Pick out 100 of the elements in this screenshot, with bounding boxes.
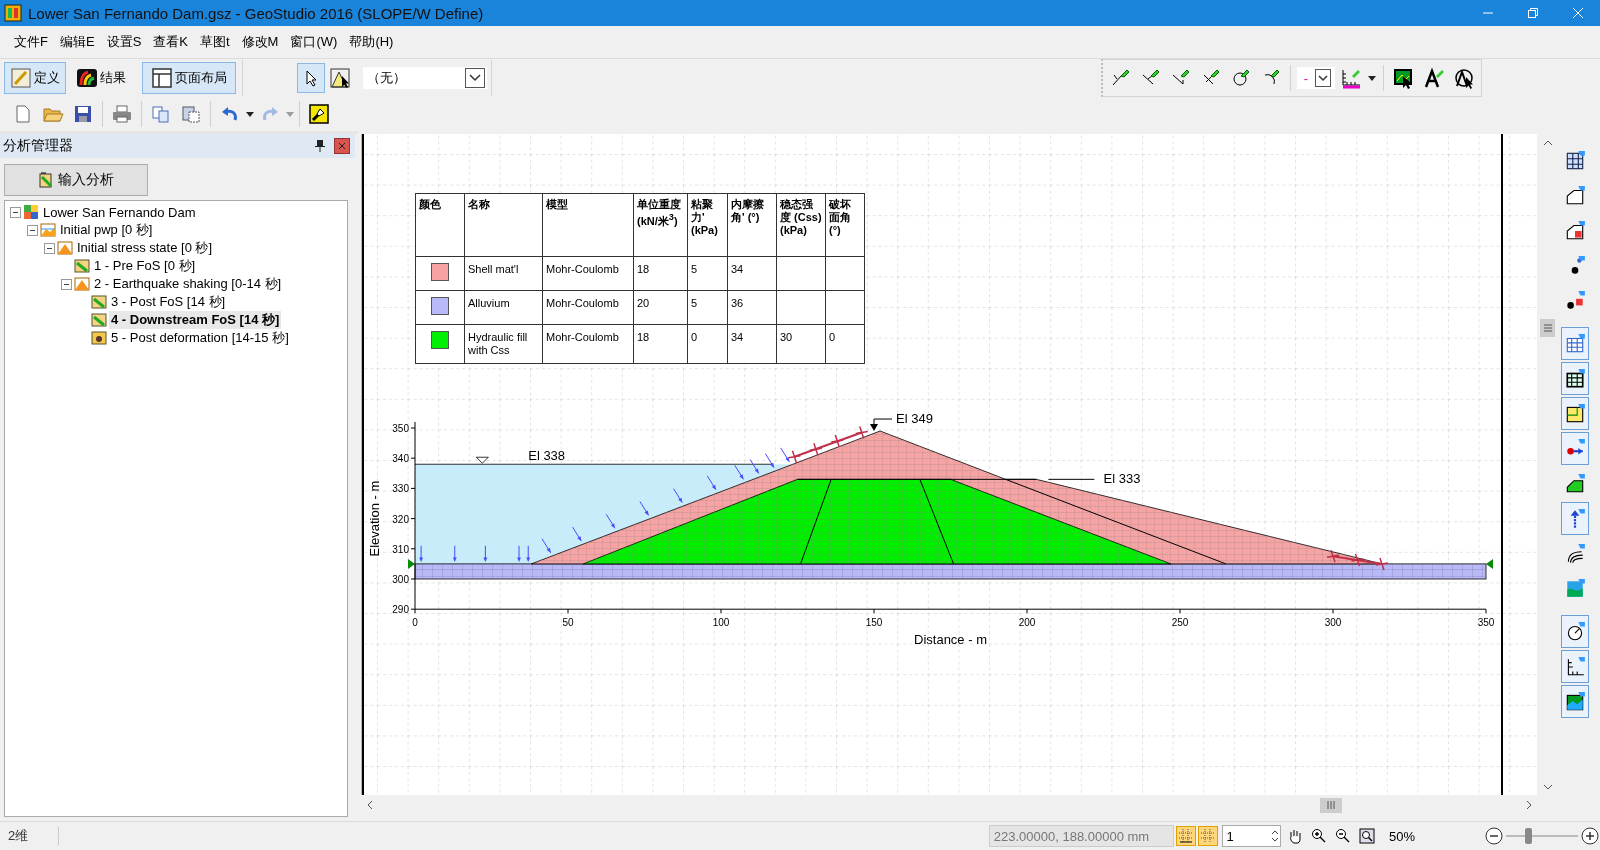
table-cell: 18 [633,256,688,291]
chevron-down-icon[interactable] [465,68,485,88]
pressure-arrow [749,459,760,474]
tree-item[interactable]: 4 - Downstream FoS [14 秒] [109,311,282,329]
elevation-label: El 338 [528,448,566,464]
analysis-icon [91,312,107,328]
column-header: 粘聚力' (kPa) [687,193,728,257]
table-cell: Alluvium [464,290,543,325]
pressure-arrow [673,488,683,504]
add-analysis-button[interactable]: 输入分析 [4,164,148,196]
table-cell: 0 [687,324,728,364]
mesh-icon[interactable] [1561,327,1589,360]
pin-icon[interactable] [314,139,328,153]
table-cell: Mohr-Coulomb [542,324,634,364]
collapse-icon[interactable] [9,206,21,218]
close-icon[interactable] [334,138,350,154]
pressure-arrow [517,545,521,563]
pointer-icon[interactable] [297,63,325,93]
analysis-icon [74,258,90,274]
mode-button[interactable]: 页面布局 [142,62,236,94]
tree-item[interactable]: Initial pwp [0 秒] [58,221,155,239]
collapse-icon[interactable] [60,278,72,290]
caret-icon[interactable] [1367,73,1377,83]
tree-item[interactable]: Initial stress state [0 秒] [75,239,215,257]
pencil-icon [10,67,32,89]
axis-tick-label: 100 [712,617,730,629]
table-cell: Shell mat'l [464,256,543,291]
compass-icon[interactable] [1561,615,1589,648]
mode-button[interactable]: 定义 [4,62,66,94]
table-cell: Hydraulic fill with Css [464,324,543,364]
table-cell: 30 [776,324,826,364]
panel-title: 分析管理器 [3,137,74,155]
scrollbar-thumb[interactable] [1320,797,1342,813]
pressure-arrow [706,475,717,491]
tree-item[interactable]: 3 - Post FoS [14 秒] [109,293,228,311]
elevation-label: El 349 [896,411,933,426]
axis-tick-label: 350 [1477,617,1495,629]
column-header: 名称 [464,193,543,257]
grid-spacing-field[interactable]: 1 [1221,825,1282,847]
analysis-icon [74,276,90,292]
menu-item[interactable]: 查看K [147,33,194,51]
spinner-arrows-icon[interactable] [1270,828,1281,844]
menu-item[interactable]: 草图t [193,33,236,51]
line-style-dropdown[interactable]: - [1296,67,1335,89]
menu-item[interactable]: 设置S [100,33,148,51]
pressure-arrow [605,513,616,529]
tree-item[interactable]: Lower San Fernando Dam [41,204,198,220]
mode-button[interactable]: 结果 [70,62,132,94]
column-header: 颜色 [415,193,465,257]
analysis-icon [23,204,39,220]
pressure-arrow [780,447,790,463]
view-dropdown[interactable]: （无） [363,67,487,89]
region-icon[interactable] [1561,397,1589,430]
column-header: 内摩擦角' (°) [727,193,777,257]
app-logo-icon [4,4,22,22]
tree-item[interactable]: 5 - Post deformation [14-15 秒] [109,329,291,347]
menu-item[interactable]: 编辑E [53,33,101,51]
page-layout-icon [151,67,173,89]
grid-icon[interactable] [1197,826,1218,846]
snap-grid-icon[interactable] [1175,826,1196,846]
axes-icon[interactable] [1561,650,1589,683]
analysis-icon [91,294,107,310]
axis-tick-label: 0 [412,617,418,629]
menu-item[interactable]: 帮助(H) [343,33,400,51]
mesh-grid-icon[interactable] [1561,362,1589,395]
drawing-canvas[interactable] [361,134,1537,795]
axis-tick-label: 300 [392,574,409,585]
zoom-fit-icon[interactable] [1357,826,1377,846]
zoom-out-icon[interactable] [1484,826,1505,846]
picture-frame-icon[interactable] [1561,685,1589,718]
caret-icon[interactable] [245,109,255,119]
pressure-arrow [639,501,650,516]
analysis-icon [40,222,56,238]
menu-item[interactable]: 窗口(W) [284,33,344,51]
pressure-arrow [419,545,424,563]
boundary-marker [1486,558,1493,569]
slider-thumb[interactable] [1524,828,1532,844]
pressure-arrow [572,526,582,542]
slip-surface-marker [1326,549,1389,571]
pressure-arrow [483,545,488,563]
window-title: Lower San Fernando Dam.gsz - GeoStudio 2016 (SLOPE/W Define) [28,4,485,22]
axis-title: Distance - m [914,632,987,648]
column-header: 模型 [542,193,634,257]
tree-item[interactable]: 2 - Earthquake shaking [0-14 秒] [92,275,284,293]
scrollbar-thumb[interactable] [1540,319,1555,337]
collapse-icon[interactable] [26,224,38,236]
zoom-in-icon[interactable] [1580,826,1600,846]
color-bands-icon [76,67,98,89]
tree-item[interactable]: 1 - Pre FoS [0 秒] [92,257,198,275]
table-cell: 34 [727,256,777,291]
menu-item[interactable]: 修改M [235,33,285,51]
chevron-down-icon[interactable] [1315,69,1331,87]
menu-item[interactable]: 文件F [8,33,54,51]
axis-tick-label: 320 [392,513,409,525]
pressure-arrow [764,453,775,469]
axis-tick-label: 330 [392,483,409,495]
pressure-arrow [541,538,552,554]
zoom-slider[interactable] [1506,826,1578,846]
collapse-icon[interactable] [43,242,55,254]
table-cell: 20 [633,290,688,325]
